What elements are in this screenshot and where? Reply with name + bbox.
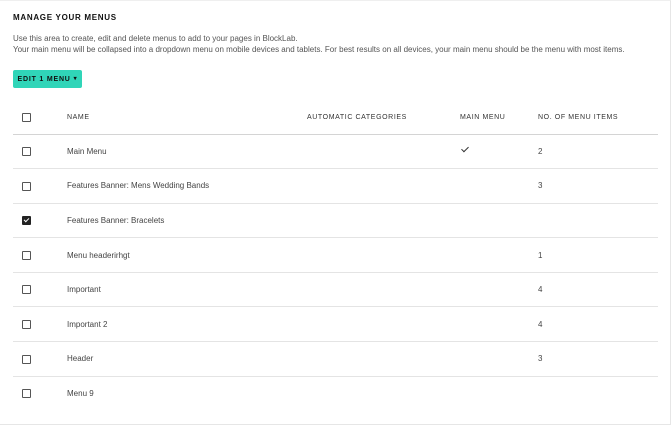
menu-items-count: 3 [538,354,543,364]
table-row[interactable]: Features Banner: Mens Wedding Bands 3 [13,169,658,204]
table-row[interactable]: Features Banner: Bracelets [13,203,658,238]
automatic-categories-cell [307,169,460,204]
menu-items-count: 4 [538,319,543,329]
table-row[interactable]: Important 4 [13,272,658,307]
page-description: Use this area to create, edit and delete… [13,33,663,55]
table-row[interactable]: Important 2 4 [13,307,658,342]
edit-menu-label: EDIT 1 MENU [17,75,71,83]
menu-items-count: 1 [538,250,543,260]
menu-name: Menu headerirhgt [67,250,130,260]
checkmark-icon [461,144,469,153]
column-header-menu-items: NO. OF MENU ITEMS [538,114,619,122]
main-menu-cell [460,238,538,273]
main-menu-cell [460,169,538,204]
menu-name: Features Banner: Bracelets [67,215,165,225]
caret-down-icon: ▾ [73,76,78,82]
menu-name: Main Menu [67,146,107,156]
automatic-categories-cell [307,203,460,238]
table-header-row: NAME AUTOMATIC CATEGORIES MAIN MENU NO. … [13,102,658,134]
table-row[interactable]: Menu headerirhgt 1 [13,238,658,273]
automatic-categories-cell [307,342,460,377]
table-row[interactable]: Menu 9 [13,376,658,411]
automatic-categories-cell [307,272,460,307]
table-row[interactable]: Header 3 [13,342,658,377]
menu-name: Important 2 [67,319,108,329]
row-checkbox[interactable] [22,389,31,399]
main-menu-cell [460,134,538,169]
select-all-checkbox[interactable] [22,113,31,123]
edit-menu-button[interactable]: EDIT 1 MENU ▾ [13,70,82,88]
menus-table: NAME AUTOMATIC CATEGORIES MAIN MENU NO. … [13,102,658,411]
row-checkbox[interactable] [22,181,31,191]
page-title: MANAGE YOUR MENUS [13,13,117,22]
main-menu-cell [460,376,538,411]
row-checkbox[interactable] [22,146,31,156]
row-checkbox[interactable] [22,216,31,226]
main-menu-cell [460,203,538,238]
main-menu-cell [460,272,538,307]
main-menu-cell [460,307,538,342]
automatic-categories-cell [307,238,460,273]
automatic-categories-cell [307,134,460,169]
menu-name: Features Banner: Mens Wedding Bands [67,181,210,191]
row-checkbox[interactable] [22,319,31,329]
column-header-main-menu: MAIN MENU [460,114,506,122]
description-line: Your main menu will be collapsed into a … [13,45,625,54]
menu-items-count: 4 [538,285,543,295]
automatic-categories-cell [307,376,460,411]
menu-name: Important [67,285,101,295]
menu-items-count: 2 [538,146,543,156]
automatic-categories-cell [307,307,460,342]
row-checkbox[interactable] [22,354,31,364]
menu-name: Header [67,354,94,364]
description-line: Use this area to create, edit and delete… [13,34,298,43]
row-checkbox[interactable] [22,250,31,260]
menu-items-count: 3 [538,181,543,191]
menu-name: Menu 9 [67,389,94,399]
column-header-name: NAME [67,114,90,122]
menu-items-count [538,203,658,238]
table-row[interactable]: Main Menu 2 [13,134,658,169]
row-checkbox[interactable] [22,285,31,295]
menu-items-count [538,376,658,411]
main-menu-cell [460,342,538,377]
column-header-automatic-categories: AUTOMATIC CATEGORIES [307,114,407,122]
